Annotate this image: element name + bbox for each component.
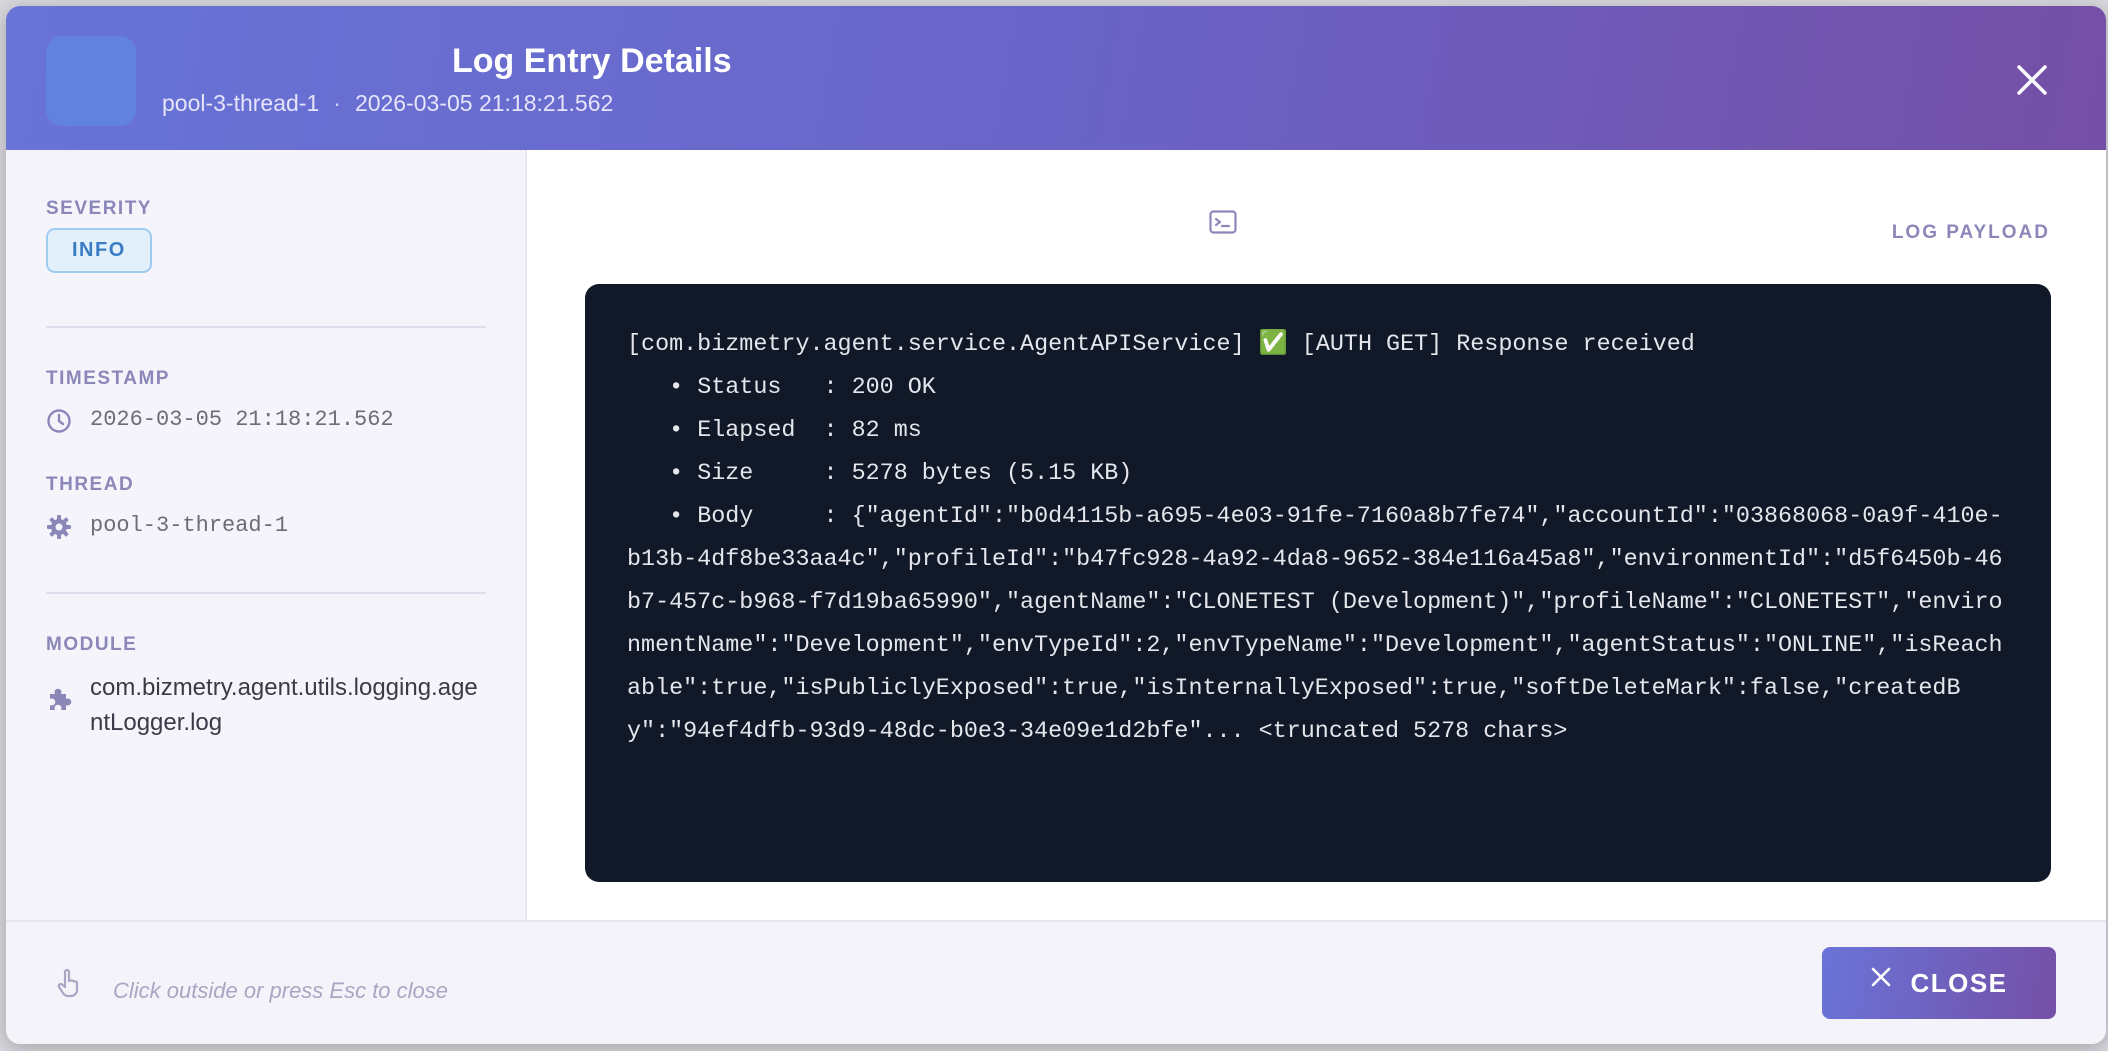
divider: [46, 592, 486, 594]
details-sidebar: SEVERITY INFO TIMESTAMP 2026-03-05 21:18…: [6, 150, 527, 920]
severity-badge: INFO: [46, 228, 152, 273]
payload-panel: LOG PAYLOAD [com.bizmetry.agent.service.…: [529, 150, 2106, 920]
terminal-icon: [1209, 210, 1237, 234]
header-icon-box: [46, 36, 136, 126]
severity-label: SEVERITY: [46, 198, 152, 219]
hand-pointer-icon: [57, 968, 79, 998]
close-icon[interactable]: [2014, 62, 2050, 98]
modal-title: Log Entry Details: [452, 42, 732, 80]
header-timestamp: 2026-03-05 21:18:21.562: [354, 90, 614, 116]
footer-hint: Click outside or press Esc to close: [113, 978, 449, 1003]
log-payload-box: [com.bizmetry.agent.service.AgentAPIServ…: [585, 284, 2051, 882]
log-entry-modal: Log Entry Details pool-3-thread-1 · 2026…: [6, 6, 2106, 1044]
modal-header: Log Entry Details pool-3-thread-1 · 2026…: [6, 6, 2106, 150]
timestamp-row: 2026-03-05 21:18:21.562: [46, 404, 394, 436]
timestamp-label: TIMESTAMP: [46, 368, 170, 389]
timestamp-value: 2026-03-05 21:18:21.562: [90, 407, 394, 432]
thread-label: THREAD: [46, 474, 135, 495]
module-value: com.bizmetry.agent.utils.logging.agentLo…: [90, 674, 478, 736]
thread-value: pool-3-thread-1: [90, 513, 289, 538]
divider: [46, 326, 486, 328]
gear-icon: [47, 515, 71, 539]
clock-icon: [47, 409, 71, 433]
payload-label: LOG PAYLOAD: [1891, 222, 2050, 243]
thread-row: pool-3-thread-1: [46, 510, 288, 542]
close-button-label: CLOSE: [1910, 967, 2008, 998]
header-thread: pool-3-thread-1: [162, 90, 320, 116]
module-label: MODULE: [46, 634, 138, 655]
puzzle-icon: [50, 688, 72, 710]
close-icon: [1872, 967, 1891, 987]
close-button[interactable]: CLOSE: [1822, 947, 2056, 1019]
module-row: com.bizmetry.agent.utils.logging.agentLo…: [46, 670, 484, 740]
log-payload-text: [com.bizmetry.agent.service.AgentAPIServ…: [627, 332, 2003, 745]
header-subtitle: pool-3-thread-1 · 2026-03-05 21:18:21.56…: [162, 90, 613, 117]
header-separator: ·: [333, 90, 341, 116]
modal-footer: Click outside or press Esc to close CLOS…: [6, 920, 2106, 1044]
